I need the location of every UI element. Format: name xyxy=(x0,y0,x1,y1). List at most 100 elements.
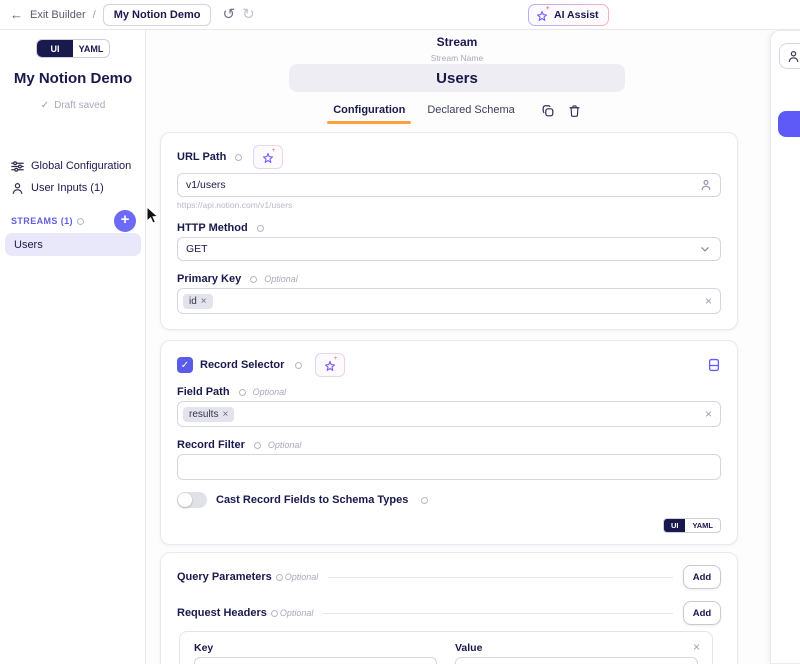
back-arrow-icon[interactable]: ← xyxy=(10,7,23,22)
docs-icon[interactable] xyxy=(707,358,721,372)
stream-name-input[interactable] xyxy=(289,64,625,92)
field-path-label: Field Path xyxy=(177,386,230,398)
remove-tag-icon[interactable]: × xyxy=(201,296,207,307)
url-path-label: URL Path xyxy=(177,151,226,163)
toggle-ui[interactable]: UI xyxy=(664,519,686,532)
ai-assist-inner: + AI Assist xyxy=(529,5,608,25)
stream-tabs: Configuration Declared Schema xyxy=(146,104,768,124)
stream-name-label: Stream Name xyxy=(146,53,768,63)
tab-configuration[interactable]: Configuration xyxy=(333,104,405,124)
redo-button[interactable]: ↻ xyxy=(242,7,255,22)
toggle-ui[interactable]: UI xyxy=(37,40,73,57)
sidebar-item-user-inputs[interactable]: User Inputs (1) xyxy=(0,180,146,196)
copy-stream-icon[interactable] xyxy=(541,104,555,118)
request-header-item: × Key Value xyxy=(179,631,713,664)
header-key-input-wrap xyxy=(194,657,437,664)
project-name-field[interactable]: My Notion Demo xyxy=(103,4,212,26)
info-icon[interactable] xyxy=(295,362,302,369)
check-icon: ✓ xyxy=(41,100,49,111)
clear-field-icon[interactable]: × xyxy=(705,294,712,308)
toggle-yaml[interactable]: YAML xyxy=(73,40,109,57)
tab-declared-schema[interactable]: Declared Schema xyxy=(427,104,514,124)
info-icon[interactable] xyxy=(257,225,264,232)
chevron-down-icon xyxy=(700,244,710,254)
top-bar: ← Exit Builder / My Notion Demo ↺ ↻ + AI… xyxy=(0,0,800,30)
testing-values-button[interactable] xyxy=(779,43,800,69)
sidebar-item-label: User Inputs (1) xyxy=(31,182,104,194)
info-icon[interactable] xyxy=(271,610,278,617)
stream-editor: Stream Stream Name Configuration Declare… xyxy=(146,30,768,664)
ai-suggest-url-button[interactable]: + xyxy=(253,145,283,169)
delete-stream-icon[interactable] xyxy=(568,104,581,118)
exit-builder-link[interactable]: Exit Builder xyxy=(30,9,86,21)
add-query-parameter-button[interactable]: Add xyxy=(683,565,721,589)
query-parameters-label: Query Parameters xyxy=(177,571,272,583)
draft-status: ✓Draft saved xyxy=(0,100,146,111)
info-icon[interactable] xyxy=(250,276,257,283)
ai-assist-button[interactable]: + AI Assist xyxy=(528,4,609,26)
info-icon[interactable] xyxy=(235,154,242,161)
info-icon[interactable] xyxy=(421,497,428,504)
requester-card: URL Path + https://api.notion.com/v1/use… xyxy=(160,132,738,330)
url-preview: https://api.notion.com/v1/users xyxy=(177,200,721,210)
optional-label: Optional xyxy=(268,440,302,450)
ai-assist-label: AI Assist xyxy=(554,9,599,21)
record-selector-checkbox[interactable]: ✓ xyxy=(177,357,193,373)
divider-line xyxy=(328,577,673,578)
record-filter-label: Record Filter xyxy=(177,439,245,451)
ai-suggest-selector-button[interactable]: + xyxy=(315,353,345,377)
remove-header-icon[interactable]: × xyxy=(693,640,700,654)
header-value-input-wrap xyxy=(455,657,698,664)
user-input-icon[interactable] xyxy=(700,179,712,191)
info-icon[interactable] xyxy=(276,574,283,581)
connector-builder-app: ← Exit Builder / My Notion Demo ↺ ↻ + AI… xyxy=(0,0,800,664)
field-path-input[interactable]: results × × xyxy=(177,401,721,427)
divider-line xyxy=(323,613,673,614)
testing-panel xyxy=(770,30,800,664)
connector-title: My Notion Demo xyxy=(0,70,146,87)
record-filter-input-wrap xyxy=(177,454,721,480)
info-icon[interactable] xyxy=(77,218,84,225)
remove-tag-icon[interactable]: × xyxy=(222,409,228,420)
test-stream-button[interactable] xyxy=(778,111,800,137)
chip-label: id xyxy=(189,296,197,307)
ui-yaml-toggle: UI YAML xyxy=(36,39,110,58)
toggle-yaml[interactable]: YAML xyxy=(685,519,720,532)
info-icon[interactable] xyxy=(239,389,246,396)
clear-field-icon[interactable]: × xyxy=(705,407,712,421)
stream-actions xyxy=(541,104,581,124)
optional-label: Optional xyxy=(285,572,319,582)
person-icon xyxy=(787,50,800,63)
record-selector-card: ✓ Record Selector + Field Path Optional xyxy=(160,340,738,545)
chip-label: results xyxy=(189,409,218,420)
http-method-select[interactable]: GET xyxy=(177,237,721,261)
record-filter-input[interactable] xyxy=(186,461,712,473)
url-path-input-wrap xyxy=(177,173,721,197)
optional-label: Optional xyxy=(280,608,314,618)
selector-ui-yaml-toggle: UI YAML xyxy=(663,518,721,533)
stream-panel-title: Stream xyxy=(146,35,768,49)
sparkle-icon: + xyxy=(262,151,275,164)
query-parameters-row: Query Parameters Optional Add xyxy=(177,565,721,589)
magic-btn-face: + xyxy=(316,354,344,376)
undo-button[interactable]: ↺ xyxy=(222,7,235,22)
header-key-label: Key xyxy=(194,642,437,654)
cast-fields-toggle[interactable] xyxy=(177,492,207,508)
request-options-card: Query Parameters Optional Add Request He… xyxy=(160,552,738,664)
http-method-label: HTTP Method xyxy=(177,222,248,234)
url-path-input[interactable] xyxy=(186,179,700,191)
cast-fields-label: Cast Record Fields to Schema Types xyxy=(216,494,408,506)
info-icon[interactable] xyxy=(254,442,261,449)
sidebar-stream-users[interactable]: Users xyxy=(5,233,141,256)
add-request-header-button[interactable]: Add xyxy=(683,601,721,625)
primary-key-label: Primary Key xyxy=(177,273,241,285)
magic-btn-face: + xyxy=(254,146,282,168)
tag-chip-results: results × xyxy=(183,407,234,422)
primary-key-input[interactable]: id × × xyxy=(177,288,721,314)
streams-header-label: STREAMS (1) xyxy=(11,216,73,226)
breadcrumb-separator: / xyxy=(93,9,96,21)
http-method-value: GET xyxy=(186,243,700,255)
header-value-label: Value xyxy=(455,642,698,654)
sidebar-item-global-configuration[interactable]: Global Configuration xyxy=(0,158,146,174)
add-stream-button[interactable]: + xyxy=(114,210,136,232)
